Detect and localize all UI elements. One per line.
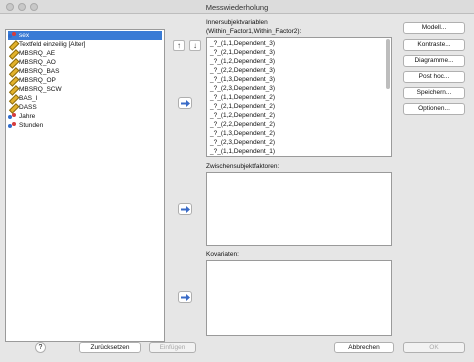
window-title: Messwiederholung [205,3,269,12]
move-down-button[interactable]: ↓ [189,40,201,51]
arrow-right-icon [180,293,190,301]
within-item[interactable]: _?_(2,3,Dependent_2) [210,138,275,147]
pencil-icon [8,85,17,94]
help-button[interactable]: ? [35,342,46,353]
within-label-line2: (Within_Factor1,Within_Factor2): [206,28,302,35]
nominal-icon [8,121,17,130]
model-button[interactable]: Modell... [403,22,465,34]
ok-button[interactable]: OK [403,342,465,353]
reset-button[interactable]: Zurücksetzen [79,342,141,353]
move-to-between-button[interactable] [178,203,192,215]
pencil-icon [8,49,17,58]
move-up-button[interactable]: ↑ [173,40,185,51]
pencil-icon [8,103,17,112]
pencil-icon [8,76,17,85]
variable-item[interactable]: Stunden [8,121,43,130]
variable-item[interactable]: MBSRQ_OP [8,76,56,85]
nominal-icon [8,31,17,40]
save-button[interactable]: Speichern... [403,87,465,99]
variable-item[interactable]: DASS [8,103,37,112]
pencil-icon [8,58,17,67]
arrow-right-icon [180,205,190,213]
within-item[interactable]: _?_(1,1,Dependent_2) [210,93,275,102]
variable-item[interactable]: sex [8,31,162,40]
within-subject-list[interactable]: _?_(1,1,Dependent_3) _?_(2,1,Dependent_3… [206,37,392,157]
move-to-within-button[interactable] [178,97,192,109]
within-scrollbar[interactable] [386,39,390,89]
arrow-right-icon [180,99,190,107]
contrasts-button[interactable]: Kontraste... [403,39,465,51]
variable-item[interactable]: MBSRQ_AO [8,58,56,67]
within-item[interactable]: _?_(2,1,Dependent_3) [210,48,275,57]
variable-item[interactable]: Textfeld einzeilig [Alter] [8,40,85,49]
variable-item[interactable]: MBSRQ_BAS [8,67,59,76]
within-item[interactable]: _?_(1,3,Dependent_2) [210,129,275,138]
within-item[interactable]: _?_(1,1,Dependent_3) [210,39,275,48]
window-titlebar: Messwiederholung [0,0,474,14]
variable-list[interactable]: sex Textfeld einzeilig [Alter] MBSRQ_AE … [5,29,165,342]
within-item[interactable]: _?_(2,2,Dependent_3) [210,66,275,75]
variable-item[interactable]: Jahre [8,112,35,121]
covariates-list[interactable] [206,260,392,336]
within-label-line1: Innersubjektvariablen [206,19,268,26]
covariates-label: Kovariaten: [206,251,239,258]
post-hoc-button[interactable]: Post hoc... [403,71,465,83]
options-button[interactable]: Optionen... [403,103,465,115]
within-item[interactable]: _?_(1,3,Dependent_3) [210,75,275,84]
variable-item[interactable]: MBSRQ_SCW [8,85,62,94]
pencil-icon [8,94,17,103]
nominal-icon [8,112,17,121]
between-label: Zwischensubjektfaktoren: [206,163,280,170]
between-subject-list[interactable] [206,172,392,246]
plots-button[interactable]: Diagramme... [403,55,465,67]
within-item[interactable]: _?_(2,2,Dependent_2) [210,120,275,129]
cancel-button[interactable]: Abbrechen [334,342,394,353]
within-item[interactable]: _?_(2,1,Dependent_2) [210,102,275,111]
within-item[interactable]: _?_(1,2,Dependent_2) [210,111,275,120]
within-item[interactable]: _?_(1,2,Dependent_3) [210,57,275,66]
variable-item[interactable]: BAS_I [8,94,37,103]
variable-item[interactable]: MBSRQ_AE [8,49,55,58]
pencil-icon [8,67,17,76]
move-to-covariates-button[interactable] [178,291,192,303]
pencil-icon [8,40,17,49]
paste-button[interactable]: Einfügen [149,342,196,353]
within-item[interactable]: _?_(1,1,Dependent_1) [210,147,275,156]
within-item[interactable]: _?_(2,3,Dependent_3) [210,84,275,93]
